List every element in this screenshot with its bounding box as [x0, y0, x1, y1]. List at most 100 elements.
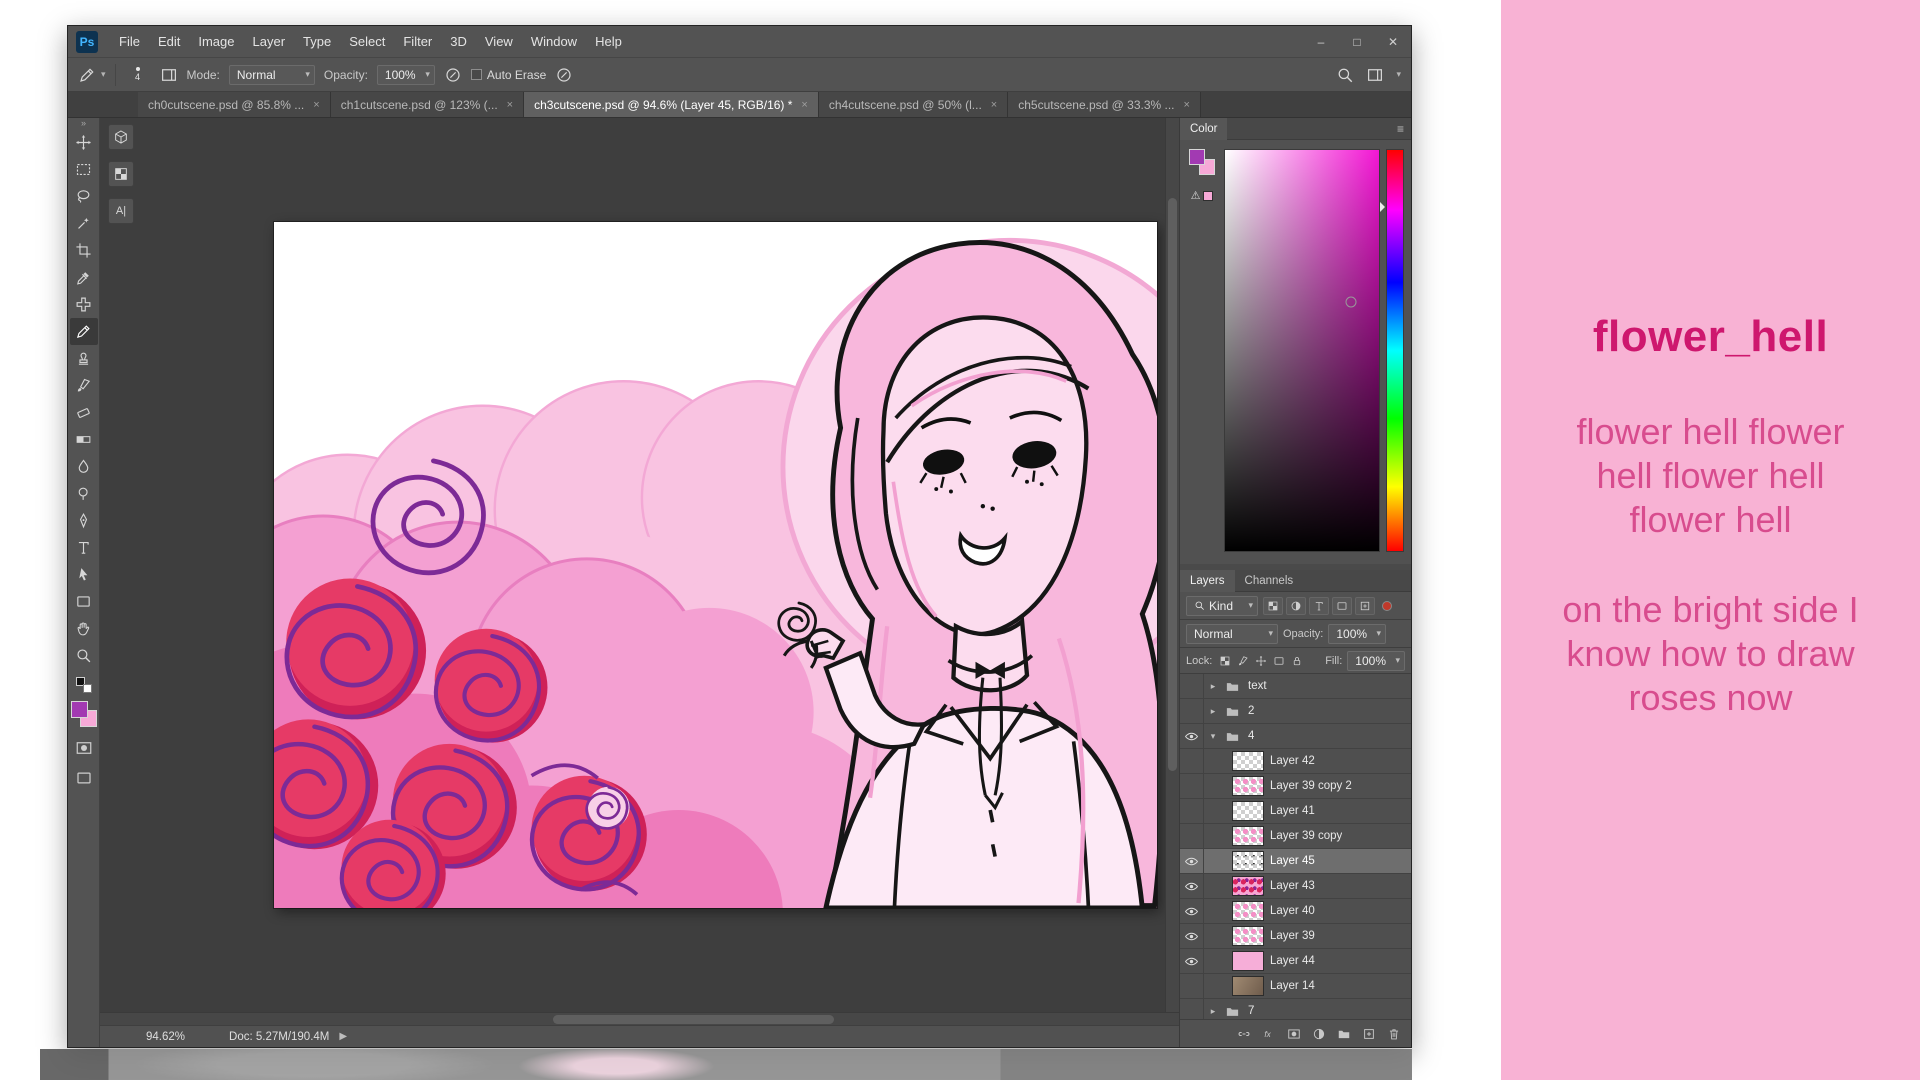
menu-window[interactable]: Window — [522, 30, 586, 53]
layer-thumbnail[interactable] — [1232, 751, 1264, 771]
layer-opacity-select[interactable]: 100% — [1328, 624, 1386, 644]
blend-mode-select[interactable]: Normal — [1186, 624, 1278, 644]
layer-name[interactable]: Layer 14 — [1270, 980, 1315, 992]
layer-row-2[interactable]: 2 — [1180, 699, 1411, 724]
layer-name[interactable]: Layer 42 — [1270, 755, 1315, 767]
visibility-toggle[interactable] — [1180, 974, 1204, 998]
menu-3d[interactable]: 3D — [441, 30, 476, 53]
layer-thumbnail[interactable] — [1222, 701, 1242, 721]
group-expand-icon[interactable] — [1206, 1006, 1220, 1017]
window-close-button[interactable]: ✕ — [1375, 29, 1411, 55]
menu-view[interactable]: View — [476, 30, 522, 53]
zoom-level[interactable]: 94.62% — [146, 1031, 185, 1043]
move-tool[interactable] — [70, 129, 98, 156]
artwork-canvas[interactable] — [274, 222, 1157, 908]
menu-filter[interactable]: Filter — [394, 30, 441, 53]
foreground-color-swatch[interactable] — [1189, 149, 1205, 165]
layer-row-text[interactable]: text — [1180, 674, 1411, 699]
layer-thumbnail[interactable] — [1232, 951, 1264, 971]
visibility-toggle[interactable] — [1180, 749, 1204, 773]
menu-layer[interactable]: Layer — [244, 30, 295, 53]
lasso-tool[interactable] — [70, 183, 98, 210]
layer-name[interactable]: Layer 40 — [1270, 905, 1315, 917]
spot-healing-brush-tool[interactable] — [70, 291, 98, 318]
auto-erase-option[interactable]: Auto Erase — [471, 68, 546, 82]
layer-name[interactable]: Layer 39 — [1270, 930, 1315, 942]
dodge-tool[interactable] — [70, 480, 98, 507]
hue-slider[interactable] — [1386, 149, 1404, 552]
visibility-toggle[interactable] — [1180, 999, 1204, 1019]
layer-row-layer-41[interactable]: Layer 41 — [1180, 799, 1411, 824]
tool-preset-picker[interactable]: ▾ — [78, 66, 106, 84]
layer-thumbnail[interactable] — [1222, 676, 1242, 696]
layer-thumbnail[interactable] — [1232, 926, 1264, 946]
document-tab[interactable]: ch3cutscene.psd @ 94.6% (Layer 45, RGB/1… — [524, 92, 819, 117]
visibility-toggle[interactable] — [1180, 899, 1204, 923]
layer-thumbnail[interactable] — [1232, 776, 1264, 796]
fill-select[interactable]: 100% — [1347, 651, 1405, 671]
pressure-opacity-icon[interactable] — [444, 66, 462, 84]
layer-row-layer-14[interactable]: Layer 14 — [1180, 974, 1411, 999]
menu-image[interactable]: Image — [189, 30, 243, 53]
filter-type-layers-button[interactable] — [1309, 597, 1329, 615]
screen-mode-icon[interactable] — [75, 769, 93, 787]
group-expand-icon[interactable] — [1206, 731, 1220, 742]
menu-select[interactable]: Select — [340, 30, 394, 53]
horizontal-scrollbar[interactable] — [100, 1012, 1179, 1025]
foreground-background-swatches[interactable] — [1189, 149, 1215, 175]
layer-row-layer-39-copy[interactable]: Layer 39 copy — [1180, 824, 1411, 849]
layer-name[interactable]: Layer 39 copy — [1270, 830, 1342, 842]
layer-thumbnail[interactable] — [1232, 901, 1264, 921]
search-icon[interactable] — [1336, 66, 1354, 84]
status-options-arrow-icon[interactable]: ▶ — [339, 1031, 347, 1042]
rectangle-tool[interactable] — [70, 588, 98, 615]
layer-row-layer-45[interactable]: Layer 45 — [1180, 849, 1411, 874]
visibility-toggle[interactable] — [1180, 799, 1204, 823]
panel-menu-icon[interactable]: ≡ — [1397, 122, 1411, 136]
tab-close-icon[interactable] — [313, 99, 319, 111]
layer-row-layer-40[interactable]: Layer 40 — [1180, 899, 1411, 924]
filter-shape-layers-button[interactable] — [1332, 597, 1352, 615]
filter-pixel-layers-button[interactable] — [1263, 597, 1283, 615]
visibility-toggle[interactable] — [1180, 674, 1204, 698]
menu-type[interactable]: Type — [294, 30, 340, 53]
visibility-toggle[interactable] — [1180, 949, 1204, 973]
layer-name[interactable]: Layer 39 copy 2 — [1270, 780, 1352, 792]
tab-close-icon[interactable] — [991, 99, 997, 111]
gamut-warning[interactable]: ⚠ — [1191, 189, 1214, 202]
layer-thumbnail[interactable] — [1232, 976, 1264, 996]
layer-effects-button[interactable] — [1261, 1026, 1276, 1041]
visibility-toggle[interactable] — [1180, 874, 1204, 898]
new-adjustment-layer-button[interactable] — [1311, 1026, 1326, 1041]
menu-file[interactable]: File — [110, 30, 149, 53]
hand-tool[interactable] — [70, 615, 98, 642]
pasteboard[interactable]: A| — [100, 118, 1179, 1012]
layers-panel-tab[interactable]: Layers — [1180, 570, 1235, 592]
path-selection-tool[interactable] — [70, 561, 98, 588]
layer-row-4[interactable]: 4 — [1180, 724, 1411, 749]
layer-thumbnail[interactable] — [1222, 726, 1242, 746]
toolbar-collapse-icon[interactable]: » — [81, 119, 86, 129]
link-layers-button[interactable] — [1236, 1026, 1251, 1041]
eyedropper-tool[interactable] — [70, 264, 98, 291]
tab-close-icon[interactable] — [507, 99, 513, 111]
layer-name[interactable]: Layer 41 — [1270, 805, 1315, 817]
tab-close-icon[interactable] — [801, 99, 807, 111]
gradient-tool[interactable] — [70, 426, 98, 453]
lock-position-button[interactable] — [1253, 653, 1269, 668]
layer-thumbnail[interactable] — [1232, 876, 1264, 896]
visibility-toggle[interactable] — [1180, 774, 1204, 798]
layer-row-layer-43[interactable]: Layer 43 — [1180, 874, 1411, 899]
airbrush-icon[interactable] — [555, 66, 573, 84]
visibility-toggle[interactable] — [1180, 849, 1204, 873]
clone-stamp-tool[interactable] — [70, 345, 98, 372]
foreground-background-swatches[interactable] — [71, 701, 97, 727]
layer-thumbnail[interactable] — [1232, 851, 1264, 871]
new-layer-button[interactable] — [1361, 1026, 1376, 1041]
tab-close-icon[interactable] — [1184, 99, 1190, 111]
layer-thumbnail[interactable] — [1232, 801, 1264, 821]
lock-transparent-pixels-button[interactable] — [1217, 653, 1233, 668]
layer-name[interactable]: Layer 44 — [1270, 955, 1315, 967]
layer-row-layer-44[interactable]: Layer 44 — [1180, 949, 1411, 974]
saturation-brightness-field[interactable] — [1224, 149, 1380, 552]
